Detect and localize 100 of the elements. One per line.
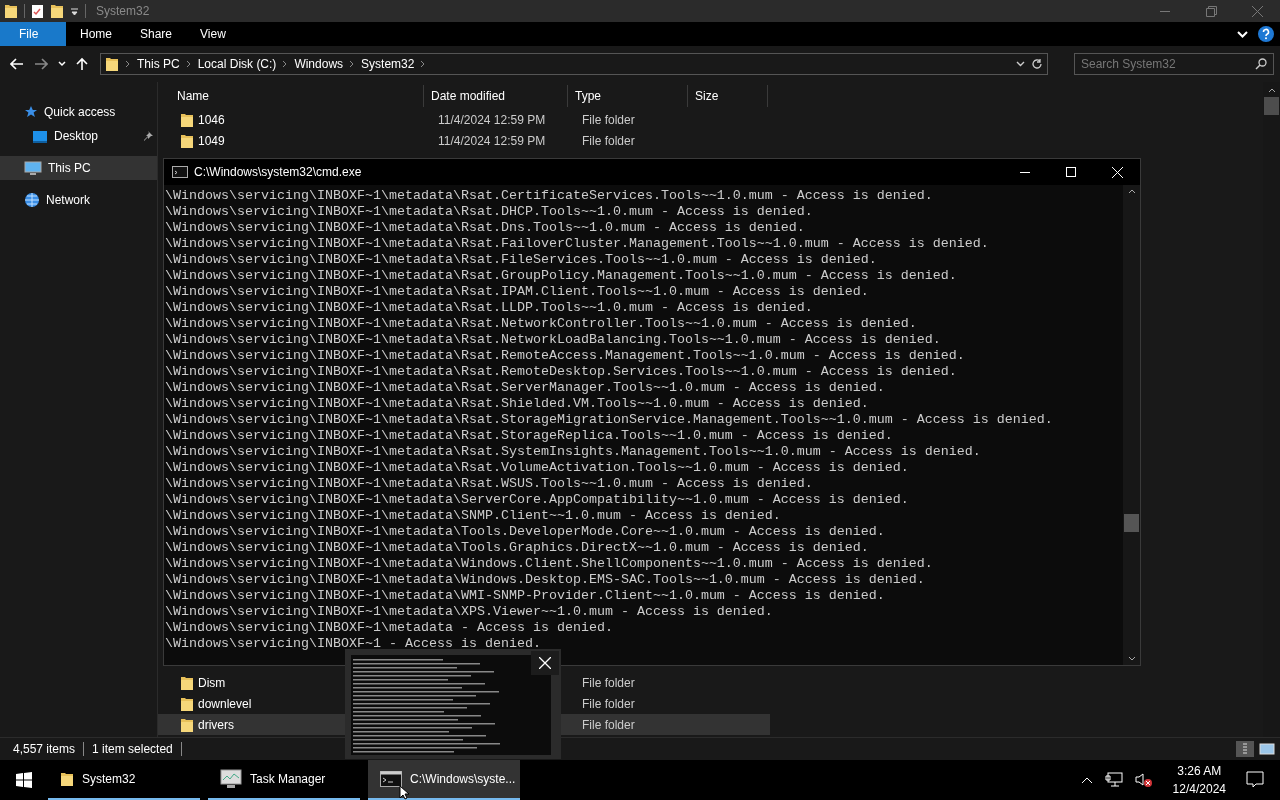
- date-cell: 11/4/2024 12:59 PM: [438, 133, 546, 148]
- back-icon[interactable]: [10, 58, 24, 70]
- file-row[interactable]: 1046 11/4/2024 12:59 PM File folder: [158, 109, 770, 130]
- windows-logo-icon: [16, 772, 32, 788]
- column-header[interactable]: Size: [688, 85, 768, 107]
- search-icon: [1255, 58, 1267, 70]
- expand-ribbon-icon[interactable]: [1237, 30, 1248, 38]
- help-icon[interactable]: [1258, 26, 1274, 42]
- command-prompt-window[interactable]: [163, 158, 1141, 666]
- chevron-right-icon: [420, 60, 427, 68]
- console-line: \Windows\servicing\INBOXF~1\metadata\Rsat.RemoteAccess.Management.Tools~~1.0.mum - Access is denied.: [165, 348, 965, 364]
- item-count: 4,557 items: [13, 742, 76, 756]
- console-line: \Windows\servicing\INBOXF~1\metadata\Rsat.Dns.Tools~~1.0.mum - Access is denied.: [165, 220, 805, 236]
- chevron-right-icon: [349, 60, 356, 68]
- console-line: \Windows\servicing\INBOXF~1\metadata\WMI-SNMP-Provider.Client~~1.0.mum - Access is denied.: [165, 588, 885, 604]
- type-cell: File folder: [582, 696, 635, 711]
- chevron-right-icon: [282, 60, 289, 68]
- file-name: Dism: [198, 675, 226, 690]
- globe-icon: [24, 192, 40, 208]
- file-name: downlevel: [198, 696, 252, 711]
- type-cell: File folder: [582, 717, 635, 732]
- sidebar-item[interactable]: Network: [0, 188, 157, 212]
- scroll-thumb[interactable]: [1264, 97, 1279, 115]
- console-line: \Windows\servicing\INBOXF~1\metadata\Rsat.LLDP.Tools~~1.0.mum - Access is denied.: [165, 300, 813, 316]
- console-line: \Windows\servicing\INBOXF~1\metadata\Windows.Desktop.EMS-SAC.Tools~~1.0.mum - Access is denied.: [165, 572, 925, 588]
- console-line: \Windows\servicing\INBOXF~1\metadata\XPS.Viewer~~1.0.mum - Access is denied.: [165, 604, 773, 620]
- ribbon-tab[interactable]: View: [186, 22, 243, 46]
- folder-icon: [180, 132, 194, 149]
- breadcrumb-item[interactable]: Windows: [294, 57, 344, 71]
- window-title: C:\Windows\system32\cmd.exe: [194, 165, 362, 179]
- console-line: \Windows\servicing\INBOXF~1\metadata\ServerCore.AppCompatibility~~1.0.mum - Access is denied.: [165, 492, 909, 508]
- clock[interactable]: 3:26 AM 12/4/2024: [1172, 762, 1226, 798]
- breadcrumb-item[interactable]: Local Disk (C:): [197, 57, 277, 71]
- type-cell: File folder: [582, 112, 635, 127]
- recent-locations-icon[interactable]: [58, 61, 66, 67]
- sidebar-item[interactable]: This PC: [0, 156, 157, 180]
- console-line: \Windows\servicing\INBOXF~1\metadata\Rsat.DHCP.Tools~~1.0.mum - Access is denied.: [165, 204, 813, 220]
- scroll-up-icon[interactable]: [1127, 189, 1136, 194]
- file-row[interactable]: Dism File folder: [158, 672, 770, 693]
- folder-icon: [105, 56, 119, 72]
- refresh-icon[interactable]: [1031, 58, 1043, 70]
- ribbon-tab[interactable]: Home: [66, 22, 126, 46]
- ribbon-tab[interactable]: File: [0, 22, 66, 46]
- network-icon[interactable]: [1104, 772, 1123, 788]
- notification-icon[interactable]: [1246, 771, 1264, 789]
- column-header[interactable]: Date modified: [424, 85, 568, 107]
- console-line: \Windows\servicing\INBOXF~1\metadata\Rsat.WSUS.Tools~~1.0.mum - Access is denied.: [165, 476, 813, 492]
- breadcrumb-item[interactable]: System32: [361, 57, 415, 71]
- ribbon-tab[interactable]: Share: [126, 22, 187, 46]
- minimize-icon: [1020, 171, 1030, 173]
- taskbar-item[interactable]: System32: [48, 760, 200, 800]
- thumbnail-popup[interactable]: [345, 649, 561, 759]
- monitor-chart-icon: [220, 769, 242, 789]
- chevron-down-icon[interactable]: [1016, 61, 1025, 67]
- properties-icon[interactable]: [31, 3, 44, 19]
- folder-icon: [180, 111, 194, 128]
- mouse-cursor-icon: [399, 785, 410, 800]
- scroll-down-icon[interactable]: [1127, 656, 1136, 661]
- console-line: \Windows\servicing\INBOXF~1\metadata\Rsat.NetworkLoadBalancing.Tools~~1.0.mum - Access is denied.: [165, 332, 941, 348]
- folder-icon: [4, 3, 18, 19]
- file-row[interactable]: downlevel File folder: [158, 693, 770, 714]
- breadcrumb-item[interactable]: This PC: [137, 57, 180, 71]
- close-icon: [1111, 166, 1123, 178]
- console-line: \Windows\servicing\INBOXF~1\metadata\Tools.Graphics.DirectX~~1.0.mum - Access is denied.: [165, 540, 869, 556]
- up-icon[interactable]: [76, 57, 88, 71]
- console-line: \Windows\servicing\INBOXF~1\metadata\Rsat.FailoverCluster.Management.Tools~~1.0.mum - Access is denied.: [165, 236, 989, 252]
- file-name: 1046: [198, 112, 225, 127]
- close-icon: [539, 657, 551, 669]
- file-row[interactable]: 1049 11/4/2024 12:59 PM File folder: [158, 130, 770, 151]
- console-line: \Windows\servicing\INBOXF~1\metadata\Rsat.GroupPolicy.Management.Tools~~1.0.mum - Access is denied.: [165, 268, 957, 284]
- sidebar-item[interactable]: Quick access: [0, 100, 157, 124]
- scrollbar[interactable]: [1123, 185, 1140, 665]
- sidebar-item[interactable]: Desktop: [0, 124, 157, 148]
- column-header[interactable]: Name: [170, 85, 424, 107]
- search-field[interactable]: Search System32: [1074, 53, 1274, 75]
- console-line: \Windows\servicing\INBOXF~1\metadata\Rsat.FileServices.Tools~~1.0.mum - Access is denied.: [165, 252, 877, 268]
- scroll-up-icon[interactable]: [1267, 88, 1276, 93]
- large-icons-view-icon[interactable]: [1258, 741, 1276, 757]
- dropdown-icon[interactable]: [70, 6, 79, 16]
- taskbar-item[interactable]: Task Manager: [208, 760, 360, 800]
- taskbar-item[interactable]: C:\Windows\syste...: [368, 760, 520, 800]
- window-title: System32: [96, 4, 150, 18]
- type-cell: File folder: [582, 675, 635, 690]
- column-header[interactable]: Type: [568, 85, 688, 107]
- maximize-icon: [1066, 167, 1076, 177]
- chevron-up-icon[interactable]: [1080, 776, 1093, 784]
- star-icon: [24, 105, 38, 119]
- chevron-right-icon: [125, 60, 131, 68]
- new-folder-icon: [50, 3, 64, 19]
- scroll-thumb[interactable]: [1124, 514, 1139, 532]
- console-line: \Windows\servicing\INBOXF~1\metadata - Access is denied.: [165, 620, 613, 636]
- console-line: \Windows\servicing\INBOXF~1\metadata\Rsat.NetworkController.Tools~~1.0.mum - Access is denied.: [165, 316, 917, 332]
- console-line: \Windows\servicing\INBOXF~1\metadata\Rsat.RemoteDesktop.Services.Tools~~1.0.mum - Access is denied.: [165, 364, 957, 380]
- muted-speaker-icon[interactable]: [1134, 772, 1153, 788]
- file-name: drivers: [198, 717, 234, 732]
- file-name: 1049: [198, 133, 225, 148]
- forward-icon[interactable]: [34, 58, 48, 70]
- address-bar[interactable]: This PC Local Disk (C:) Windows System32: [100, 53, 1048, 75]
- console-line: \Windows\servicing\INBOXF~1\metadata\Rsat.StorageMigrationService.Management.Tools~~1.0.mum - Access is denied.: [165, 412, 1053, 428]
- close-button[interactable]: [531, 651, 559, 675]
